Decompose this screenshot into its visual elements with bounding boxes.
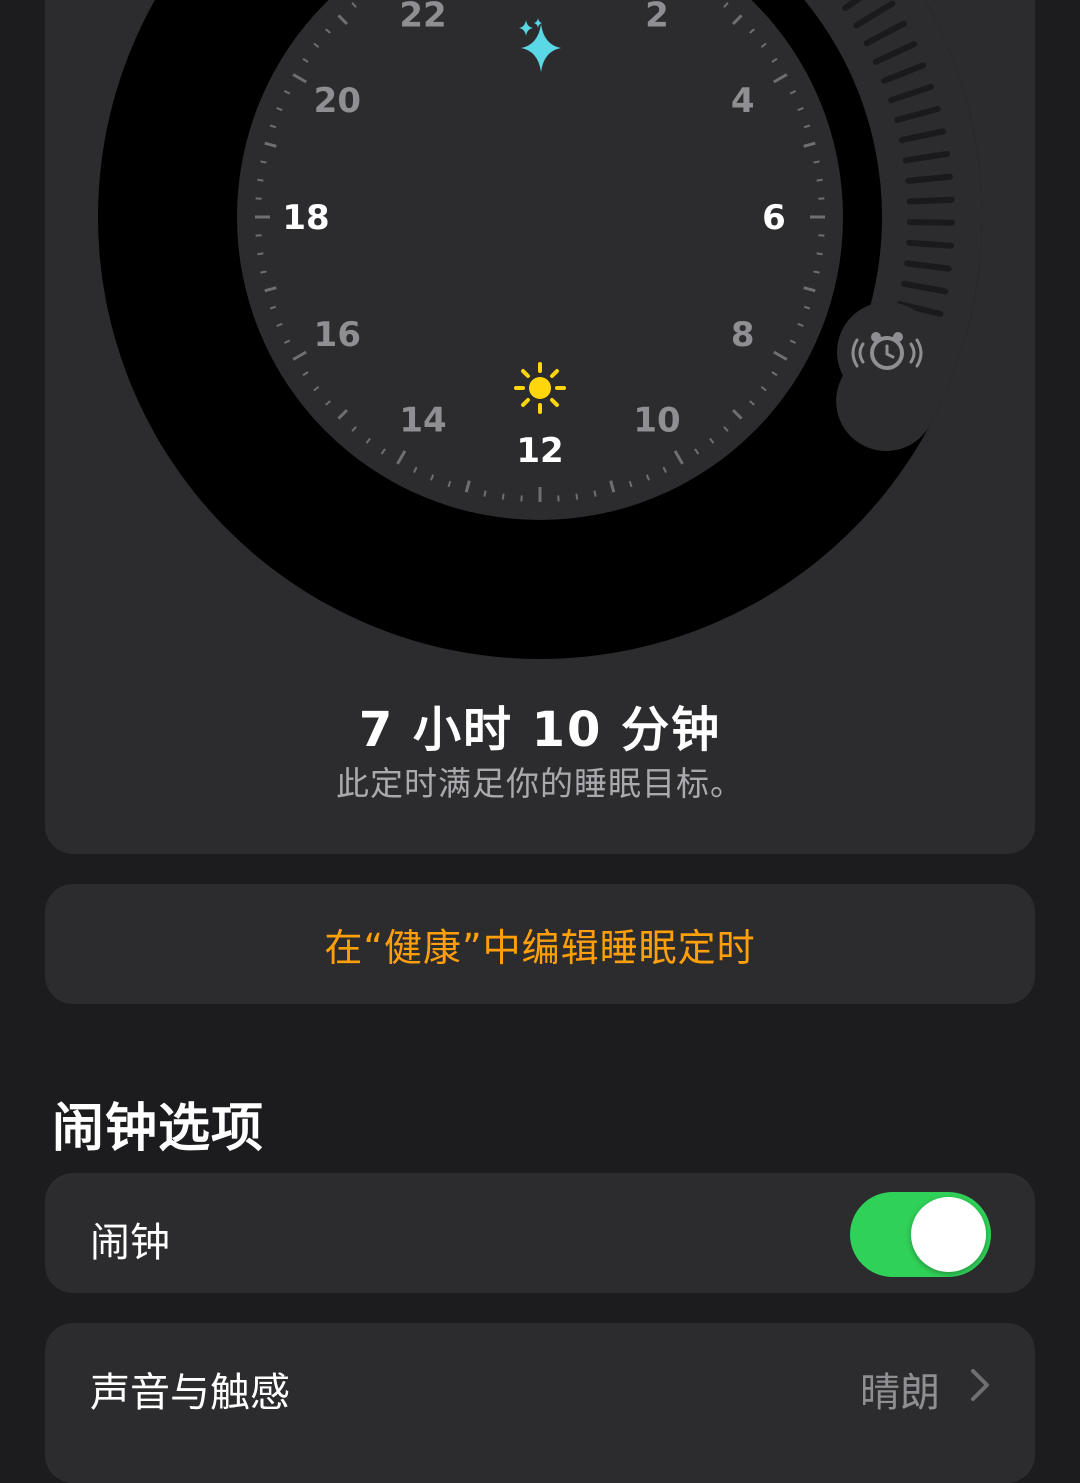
- hour-label-8: 8: [731, 315, 755, 355]
- hour-label-10: 10: [633, 401, 680, 441]
- sound-value: 晴朗: [860, 1360, 940, 1418]
- clock-tick: [594, 491, 595, 497]
- hour-label-14: 14: [399, 401, 446, 441]
- wake-handle[interactable]: [837, 302, 937, 402]
- sound-haptics-row[interactable]: 声音与触感 晴朗: [45, 1323, 1035, 1483]
- hour-label-4: 4: [731, 81, 755, 121]
- clock-tick: [257, 180, 263, 181]
- alarm-row: 闹钟: [45, 1173, 1035, 1293]
- edit-in-health-card[interactable]: 在“健康”中编辑睡眠定时: [45, 884, 1035, 1004]
- hour-label-2: 2: [645, 0, 669, 35]
- sound-haptics-label: 声音与触感: [90, 1360, 290, 1418]
- arc-hatch-mark: [908, 177, 950, 181]
- alarm-toggle[interactable]: [850, 1192, 991, 1277]
- clock-tick: [576, 494, 577, 500]
- clock-tick: [484, 491, 485, 497]
- edit-in-health-link[interactable]: 在“健康”中编辑睡眠定时: [324, 917, 755, 972]
- sleep-goal-message: 此定时满足你的睡眠目标。: [0, 757, 1080, 805]
- chevron-right-icon: [968, 1367, 992, 1403]
- clock-tick: [817, 253, 823, 254]
- hour-label-16: 16: [314, 315, 361, 355]
- alarm-options-heading: 闹钟选项: [52, 1086, 264, 1161]
- clock-tick: [260, 161, 266, 162]
- clock-tick: [814, 161, 820, 162]
- arc-hatch-mark: [910, 222, 952, 223]
- sleep-clock[interactable]: 222204186168141012: [0, 0, 1080, 680]
- arc-hatch-mark: [909, 243, 951, 246]
- hour-label-6: 6: [762, 198, 786, 238]
- clock-tick: [257, 253, 263, 254]
- hour-label-20: 20: [314, 81, 361, 121]
- alarm-label: 闹钟: [90, 1210, 170, 1268]
- hour-label-22: 22: [399, 0, 446, 35]
- clock-tick: [817, 180, 823, 181]
- hour-label-12: 12: [516, 431, 563, 471]
- sleep-duration: 7 小时 10 分钟: [0, 690, 1080, 760]
- clock-tick: [260, 271, 266, 272]
- clock-tick: [503, 494, 504, 500]
- hour-label-18: 18: [282, 198, 329, 238]
- alarm-toggle-knob: [911, 1197, 986, 1272]
- arc-hatch-mark: [910, 200, 952, 202]
- clock-tick: [814, 271, 820, 272]
